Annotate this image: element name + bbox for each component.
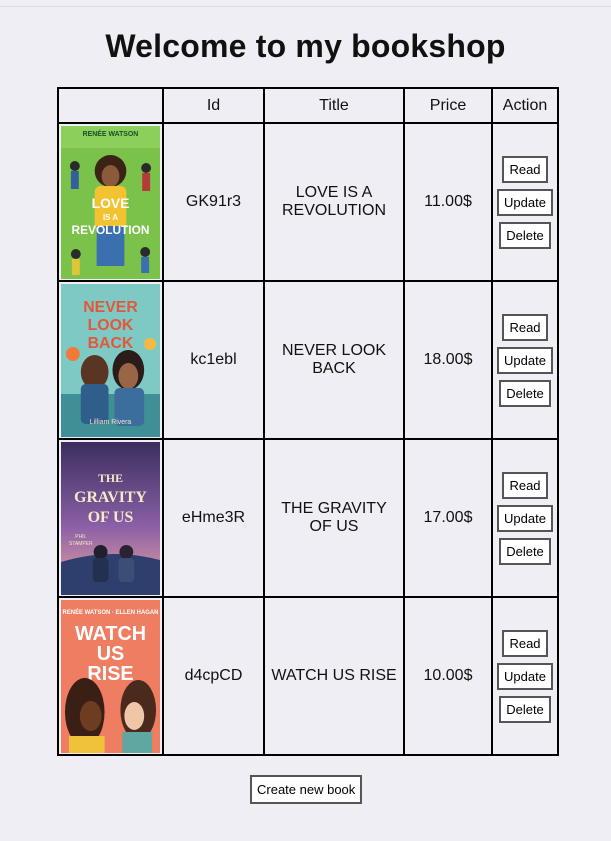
create-new-book-button[interactable]: Create new book [250,775,363,804]
book-id: GK91r3 [162,122,265,282]
book-title: THE GRAVITY OF US [281,500,387,535]
table-row: RENÉE WATSON · ELLEN HAGAN WATCH US RISE… [57,596,559,756]
svg-text:RENÉE WATSON: RENÉE WATSON [83,128,139,137]
svg-text:WATCH: WATCH [75,622,146,644]
book-title-cell: NEVER LOOK BACK [263,280,405,440]
svg-text:GRAVITY: GRAVITY [74,488,147,505]
header-title: Title [263,87,405,124]
actions-cell: Read Update Delete [491,122,559,282]
delete-button[interactable]: Delete [499,537,551,565]
read-button[interactable]: Read [502,629,548,657]
update-button[interactable]: Update [497,504,553,532]
book-price: 10.00$ [403,596,493,756]
delete-button[interactable]: Delete [499,379,551,407]
book-title: NEVER LOOK BACK [281,342,387,377]
book-title-cell: THE GRAVITY OF US [263,438,405,598]
book-id: eHme3R [162,438,265,598]
svg-text:BACK: BACK [88,334,134,351]
cover-cell: RENÉE WATSON · ELLEN HAGAN WATCH US RISE [57,596,164,756]
svg-text:US: US [97,642,125,664]
book-cover-image: THE GRAVITY OF US PHIL STAMPER [61,441,160,595]
actions-cell: Read Update Delete [491,596,559,756]
header-id: Id [162,87,265,124]
book-id: kc1ebl [162,280,265,440]
svg-text:RISE: RISE [87,662,133,684]
book-price: 18.00$ [403,280,493,440]
book-cover-image: RENÉE WATSON · ELLEN HAGAN WATCH US RISE [61,599,160,753]
svg-text:LOOK: LOOK [88,316,134,333]
update-button[interactable]: Update [497,188,553,216]
update-button[interactable]: Update [497,346,553,374]
read-button[interactable]: Read [502,471,548,499]
svg-text:Lilliam Rivera: Lilliam Rivera [90,418,132,425]
book-id: d4cpCD [162,596,265,756]
svg-text:REVOLUTION: REVOLUTION [72,222,150,236]
read-button[interactable]: Read [502,313,548,341]
book-title: LOVE IS A REVOLUTION [281,184,386,219]
read-button[interactable]: Read [502,155,548,183]
actions-cell: Read Update Delete [491,280,559,440]
svg-text:NEVER: NEVER [83,298,138,315]
svg-text:THE: THE [98,470,123,484]
svg-text:IS A: IS A [103,212,118,221]
books-table: Id Title Price Action RENÉE WATSON LOVE … [57,87,559,756]
book-cover-image: RENÉE WATSON LOVE IS A REVOLUTION [61,125,160,279]
delete-button[interactable]: Delete [499,695,551,723]
book-title-cell: WATCH US RISE [263,596,405,756]
delete-button[interactable]: Delete [499,221,551,249]
book-title-cell: LOVE IS A REVOLUTION [263,122,405,282]
table-header-row: Id Title Price Action [57,87,559,124]
book-cover-image: NEVER LOOK BACK Lilliam Rivera [61,283,160,437]
book-price: 17.00$ [403,438,493,598]
page-title: Welcome to my bookshop [105,28,506,64]
top-divider [0,6,611,7]
svg-text:STAMPER: STAMPER [69,540,93,546]
update-button[interactable]: Update [497,662,553,690]
table-row: THE GRAVITY OF US PHIL STAMPER eHme3R TH… [57,438,559,598]
book-price: 11.00$ [403,122,493,282]
table-row: NEVER LOOK BACK Lilliam Rivera kc1ebl NE… [57,280,559,440]
header-cover [57,87,164,124]
svg-text:LOVE: LOVE [92,194,130,210]
actions-cell: Read Update Delete [491,438,559,598]
header-action: Action [491,87,559,124]
cover-cell: RENÉE WATSON LOVE IS A REVOLUTION [57,122,164,282]
cover-cell: NEVER LOOK BACK Lilliam Rivera [57,280,164,440]
svg-text:PHIL: PHIL [75,533,86,539]
cover-cell: THE GRAVITY OF US PHIL STAMPER [57,438,164,598]
svg-text:OF US: OF US [88,508,134,525]
book-title: WATCH US RISE [271,667,397,684]
header-price: Price [403,87,493,124]
svg-text:RENÉE WATSON · ELLEN HAGAN: RENÉE WATSON · ELLEN HAGAN [63,607,159,615]
table-row: RENÉE WATSON LOVE IS A REVOLUTION GK91r3… [57,122,559,282]
